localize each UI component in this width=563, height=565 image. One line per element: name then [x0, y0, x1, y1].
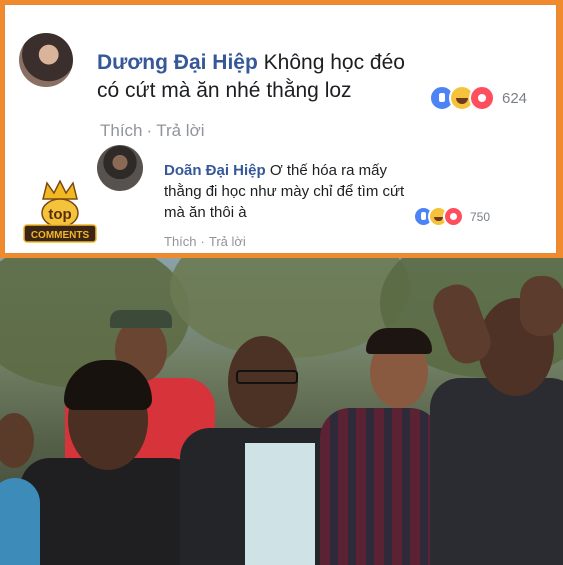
like-link[interactable]: Thích	[164, 234, 197, 249]
top-comments-logo: top COMMENTS	[23, 179, 97, 243]
comment-author[interactable]: Dương Đại Hiệp	[97, 51, 258, 74]
reaction-count: 624	[502, 89, 528, 107]
reply-link[interactable]: Trả lời	[156, 121, 204, 140]
reply-link[interactable]: Trả lời	[209, 234, 246, 249]
comment-body: Dương Đại Hiệp Không học đéo có cứt mà ă…	[97, 49, 427, 105]
avatar[interactable]	[19, 33, 73, 87]
badge-comments-text: COMMENTS	[31, 230, 90, 241]
reply-body: Doãn Đại Hiệp Ơ thế hóa ra mấy thằng đi …	[164, 160, 419, 223]
action-separator: ·	[200, 234, 205, 249]
badge-top-text: top	[48, 206, 71, 223]
comment-actions: Thích · Trả lời	[100, 121, 205, 141]
like-link[interactable]: Thích	[100, 121, 143, 140]
comment-card: Dương Đại Hiệp Không học đéo có cứt mà ă…	[4, 4, 557, 254]
meme-photo	[0, 258, 563, 565]
avatar[interactable]	[97, 145, 143, 191]
reply-actions: Thích · Trả lời	[164, 234, 246, 249]
wow-reaction-icon	[469, 85, 495, 111]
reaction-count: 750	[470, 209, 491, 224]
reaction-summary[interactable]: 624	[429, 85, 527, 111]
crown-icon	[42, 179, 78, 200]
wow-reaction-icon	[443, 206, 464, 227]
action-separator: ·	[146, 121, 153, 140]
reaction-summary[interactable]: 750	[413, 206, 490, 227]
reply-author[interactable]: Doãn Đại Hiệp	[164, 162, 266, 179]
